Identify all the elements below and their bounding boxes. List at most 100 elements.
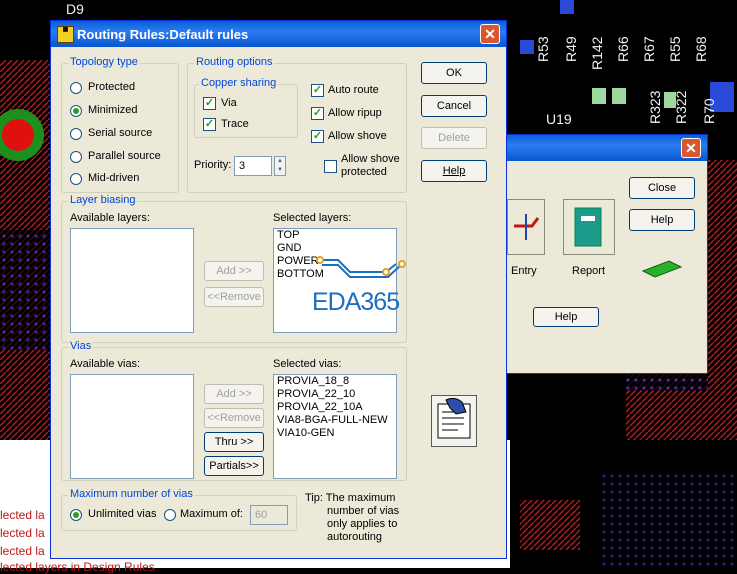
list-item[interactable]: PROVIA_22_10A	[274, 401, 396, 414]
list-item[interactable]: PROVIA_22_10	[274, 388, 396, 401]
layer-biasing-label: Layer biasing	[68, 194, 138, 206]
priority-spinner[interactable]: ▲ ▼	[274, 156, 286, 176]
auto-route-label: Auto route	[328, 84, 379, 96]
design-rules-titlebar	[481, 135, 707, 161]
add-layer-button[interactable]: Add >>	[204, 261, 264, 281]
allow-shove-protected-label: Allow shove	[341, 153, 400, 165]
add-via-button[interactable]: Add >>	[204, 384, 264, 404]
close-button[interactable]: Close	[629, 177, 695, 199]
via-properties-icon[interactable]	[431, 395, 477, 447]
chip-icon[interactable]	[637, 257, 685, 279]
log-line: lected la	[0, 544, 45, 558]
available-vias-list[interactable]	[70, 374, 194, 479]
radio-label: Protected	[88, 81, 136, 93]
pcb-label: R55	[667, 36, 683, 62]
dialog-title: Routing Rules:Default rules	[77, 27, 249, 42]
default-rules-icon[interactable]	[507, 199, 545, 255]
pcb-label: R322	[673, 90, 689, 124]
tip-line: Tip: The maximum	[305, 492, 396, 504]
dialog-titlebar: ▦ Routing Rules:Default rules	[51, 21, 506, 47]
pcb-label: D9	[66, 1, 84, 17]
ok-button[interactable]: OK	[421, 62, 487, 84]
help-button[interactable]: Help	[421, 160, 487, 182]
radio-minimized[interactable]	[70, 105, 82, 117]
allow-ripup-checkbox[interactable]: ✓	[311, 107, 324, 120]
pcb-label: R67	[641, 36, 657, 62]
eda365-watermark: EDA365	[312, 288, 400, 316]
selected-layers-label: Selected layers:	[273, 212, 352, 224]
log-line: lected layers in Design Rules	[0, 560, 155, 574]
allow-shove-label: Allow shove	[328, 130, 387, 142]
close-icon[interactable]: ✕	[681, 138, 701, 158]
partials-button[interactable]: Partials>>	[204, 456, 264, 476]
help-button-lower[interactable]: Help	[533, 307, 599, 327]
radio-label: Minimized	[88, 104, 138, 116]
list-item[interactable]: PROVIA_18_8	[274, 375, 396, 388]
close-icon[interactable]: ✕	[480, 24, 500, 44]
remove-via-button[interactable]: <<Remove	[204, 408, 264, 428]
allow-shove-protected-label-2: protected	[341, 166, 387, 178]
cancel-button[interactable]: Cancel	[421, 95, 487, 117]
radio-label: Serial source	[88, 127, 153, 139]
report-label: Report	[572, 265, 606, 277]
pcb-label: R323	[647, 90, 663, 124]
list-item[interactable]: VIA8-BGA-FULL-NEW	[274, 414, 396, 427]
log-line: lected la	[0, 508, 45, 522]
layer-biasing-group: Layer biasing Available layers: Add >> <…	[61, 194, 407, 343]
available-layers-label: Available layers:	[70, 212, 150, 224]
radio-serial-source[interactable]	[70, 128, 82, 140]
remove-layer-button[interactable]: <<Remove	[204, 287, 264, 307]
available-layers-list[interactable]	[70, 228, 194, 333]
pads-app-icon: ▦	[57, 26, 74, 43]
report-icon[interactable]	[563, 199, 615, 255]
route-icon	[514, 214, 540, 240]
tip-line: autorouting	[327, 531, 383, 543]
list-item[interactable]: TOP	[274, 229, 396, 242]
maximum-of-label: Maximum of:	[180, 508, 243, 520]
delete-button[interactable]: Delete	[421, 127, 487, 149]
pcb-label: R49	[563, 36, 579, 62]
pcb-label: U19	[546, 111, 572, 127]
radio-protected[interactable]	[70, 82, 82, 94]
allow-ripup-label: Allow ripup	[328, 107, 382, 119]
log-line: lected la	[0, 526, 45, 540]
radio-unlimited-vias[interactable]	[70, 509, 82, 521]
hand-clipboard-icon	[437, 397, 471, 439]
topology-type-group: Topology type Protected Minimized Serial…	[61, 56, 179, 193]
radio-maximum-of[interactable]	[164, 509, 176, 521]
unlimited-vias-label: Unlimited vias	[88, 508, 157, 520]
max-vias-group: Maximum number of vias Unlimited vias Ma…	[61, 488, 297, 531]
pcb-label: R53	[535, 36, 551, 62]
vias-label: Vias	[68, 340, 94, 352]
thru-button[interactable]: Thru >>	[204, 432, 264, 452]
via-checkbox[interactable]: ✓	[203, 97, 216, 110]
allow-shove-checkbox[interactable]: ✓	[311, 130, 324, 143]
radio-parallel-source[interactable]	[70, 151, 82, 163]
list-item[interactable]: VIA10-GEN	[274, 427, 396, 440]
pcb-label: R142	[589, 36, 605, 70]
auto-route-checkbox[interactable]: ✓	[311, 84, 324, 97]
radio-mid-driven[interactable]	[70, 173, 82, 185]
routing-rules-dialog: ▦ Routing Rules:Default rules ✕ Topology…	[50, 20, 507, 559]
allow-shove-protected-checkbox[interactable]	[324, 160, 337, 173]
tip-line: number of vias	[327, 505, 400, 517]
max-vias-input[interactable]: 60	[250, 505, 288, 525]
entry-label: Entry	[511, 265, 537, 277]
pcb-label: R70	[701, 98, 717, 124]
available-vias-label: Available vias:	[70, 358, 141, 370]
pcb-label: R68	[693, 36, 709, 62]
priority-input[interactable]: 3	[234, 156, 272, 176]
vias-group: Vias Available vias: Add >> <<Remove Thr…	[61, 340, 407, 481]
copper-sharing-group: Copper sharing ✓ Via ✓ Trace	[194, 77, 298, 138]
max-vias-label: Maximum number of vias	[68, 488, 195, 500]
pcb-label: R66	[615, 36, 631, 62]
tip-text: Tip: The maximum number of vias only app…	[305, 492, 399, 544]
selected-vias-label: Selected vias:	[273, 358, 342, 370]
tip-line: only applies to	[327, 518, 398, 530]
trace-checkbox[interactable]: ✓	[203, 118, 216, 131]
selected-vias-list[interactable]: PROVIA_18_8 PROVIA_22_10 PROVIA_22_10A V…	[273, 374, 397, 479]
via-label: Via	[221, 97, 237, 109]
radio-label: Mid-driven	[88, 172, 140, 184]
topology-type-label: Topology type	[68, 56, 140, 68]
help-button[interactable]: Help	[629, 209, 695, 231]
